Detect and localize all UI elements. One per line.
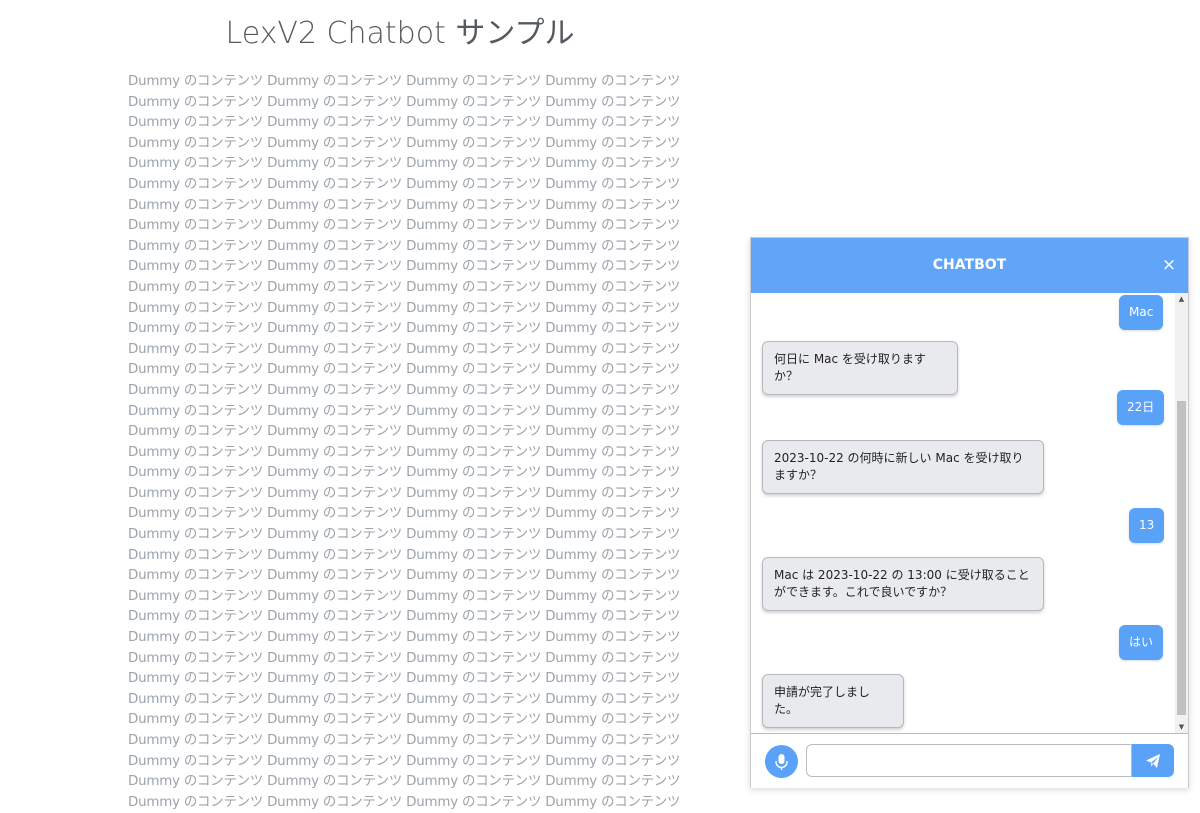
chatbot-title: CHATBOT (932, 257, 1007, 273)
user-message: Mac (1119, 295, 1164, 330)
send-button[interactable] (1132, 744, 1174, 777)
dummy-line: Dummy のコンテンツ Dummy のコンテンツ Dummy のコンテンツ D… (128, 218, 681, 234)
dummy-line: Dummy のコンテンツ Dummy のコンテンツ Dummy のコンテンツ D… (128, 362, 681, 378)
dummy-line: Dummy のコンテンツ Dummy のコンテンツ Dummy のコンテンツ D… (128, 135, 681, 151)
dummy-line: Dummy のコンテンツ Dummy のコンテンツ Dummy のコンテンツ D… (128, 300, 681, 316)
dummy-line: Dummy のコンテンツ Dummy のコンテンツ Dummy のコンテンツ D… (128, 568, 681, 584)
dummy-line: Dummy のコンテンツ Dummy のコンテンツ Dummy のコンテンツ D… (128, 115, 681, 131)
dummy-line: Dummy のコンテンツ Dummy のコンテンツ Dummy のコンテンツ D… (128, 485, 681, 501)
dummy-line: Dummy のコンテンツ Dummy のコンテンツ Dummy のコンテンツ D… (128, 238, 681, 254)
dummy-line: Dummy のコンテンツ Dummy のコンテンツ Dummy のコンテンツ D… (128, 547, 681, 563)
dummy-line: Dummy のコンテンツ Dummy のコンテンツ Dummy のコンテンツ D… (128, 74, 681, 89)
dummy-line: Dummy のコンテンツ Dummy のコンテンツ Dummy のコンテンツ D… (128, 465, 681, 481)
user-message: はい (1119, 625, 1164, 660)
dummy-line: Dummy のコンテンツ Dummy のコンテンツ Dummy のコンテンツ D… (128, 279, 681, 295)
dummy-line: Dummy のコンテンツ Dummy のコンテンツ Dummy のコンテンツ D… (128, 403, 681, 419)
bot-message: 申請が完了しました。 (762, 674, 904, 728)
dummy-content: Dummy のコンテンツ Dummy のコンテンツ Dummy のコンテンツ D… (128, 72, 688, 813)
dummy-line: Dummy のコンテンツ Dummy のコンテンツ Dummy のコンテンツ D… (128, 650, 681, 666)
microphone-button[interactable] (765, 745, 798, 778)
page: LexV2 Chatbot サンプル Dummy のコンテンツ Dummy のコ… (0, 0, 1200, 813)
dummy-line: Dummy のコンテンツ Dummy のコンテンツ Dummy のコンテンツ D… (128, 94, 681, 110)
chatbot-header: CHATBOT × (751, 238, 1188, 293)
dummy-line: Dummy のコンテンツ Dummy のコンテンツ Dummy のコンテンツ D… (128, 630, 681, 646)
dummy-line: Dummy のコンテンツ Dummy のコンテンツ Dummy のコンテンツ D… (128, 671, 681, 687)
dummy-line: Dummy のコンテンツ Dummy のコンテンツ Dummy のコンテンツ D… (128, 588, 681, 604)
dummy-line: Dummy のコンテンツ Dummy のコンテンツ Dummy のコンテンツ D… (128, 527, 681, 543)
dummy-line: Dummy のコンテンツ Dummy のコンテンツ Dummy のコンテンツ D… (128, 176, 681, 192)
dummy-line: Dummy のコンテンツ Dummy のコンテンツ Dummy のコンテンツ D… (128, 341, 681, 357)
scroll-up-arrow-icon[interactable]: ▲ (1175, 293, 1188, 305)
dummy-line: Dummy のコンテンツ Dummy のコンテンツ Dummy のコンテンツ D… (128, 753, 681, 769)
paper-plane-icon (1146, 754, 1160, 768)
dummy-line: Dummy のコンテンツ Dummy のコンテンツ Dummy のコンテンツ D… (128, 712, 681, 728)
dummy-line: Dummy のコンテンツ Dummy のコンテンツ Dummy のコンテンツ D… (128, 733, 681, 748)
bot-message: Mac は 2023-10-22 の 13:00 に受け取ることができます。これ… (762, 557, 1044, 611)
scroll-down-arrow-icon[interactable]: ▼ (1175, 721, 1188, 733)
chatbot-window: CHATBOT × Mac 何日に Mac を受け取りますか？ 22日 2023… (750, 237, 1189, 788)
dummy-line: Dummy のコンテンツ Dummy のコンテンツ Dummy のコンテンツ D… (128, 382, 681, 398)
chat-messages[interactable]: Mac 何日に Mac を受け取りますか？ 22日 2023-10-22 の何時… (751, 293, 1188, 733)
bot-message: 何日に Mac を受け取りますか？ (762, 341, 958, 395)
user-message: 13 (1129, 508, 1165, 543)
user-message: 22日 (1117, 390, 1165, 425)
page-title: LexV2 Chatbot サンプル (225, 16, 575, 51)
dummy-line: Dummy のコンテンツ Dummy のコンテンツ Dummy のコンテンツ D… (128, 321, 681, 337)
dummy-line: Dummy のコンテンツ Dummy のコンテンツ Dummy のコンテンツ D… (128, 444, 681, 460)
chat-scrollbar[interactable]: ▲ ▼ (1175, 293, 1188, 733)
dummy-line: Dummy のコンテンツ Dummy のコンテンツ Dummy のコンテンツ D… (128, 424, 681, 440)
dummy-line: Dummy のコンテンツ Dummy のコンテンツ Dummy のコンテンツ D… (128, 794, 681, 810)
dummy-line: Dummy のコンテンツ Dummy のコンテンツ Dummy のコンテンツ D… (128, 609, 681, 625)
microphone-icon (775, 754, 788, 770)
bot-message: 2023-10-22 の何時に新しい Mac を受け取りますか？ (762, 440, 1044, 494)
dummy-line: Dummy のコンテンツ Dummy のコンテンツ Dummy のコンテンツ D… (128, 259, 681, 275)
close-button[interactable]: × (1158, 254, 1180, 276)
dummy-line: Dummy のコンテンツ Dummy のコンテンツ Dummy のコンテンツ D… (128, 197, 681, 213)
dummy-line: Dummy のコンテンツ Dummy のコンテンツ Dummy のコンテンツ D… (128, 691, 681, 707)
scrollbar-thumb[interactable] (1177, 401, 1186, 715)
chat-input-bar (751, 733, 1188, 788)
dummy-line: Dummy のコンテンツ Dummy のコンテンツ Dummy のコンテンツ D… (128, 156, 681, 172)
dummy-line: Dummy のコンテンツ Dummy のコンテンツ Dummy のコンテンツ D… (128, 774, 681, 790)
message-input[interactable] (806, 744, 1132, 777)
dummy-line: Dummy のコンテンツ Dummy のコンテンツ Dummy のコンテンツ D… (128, 506, 681, 522)
